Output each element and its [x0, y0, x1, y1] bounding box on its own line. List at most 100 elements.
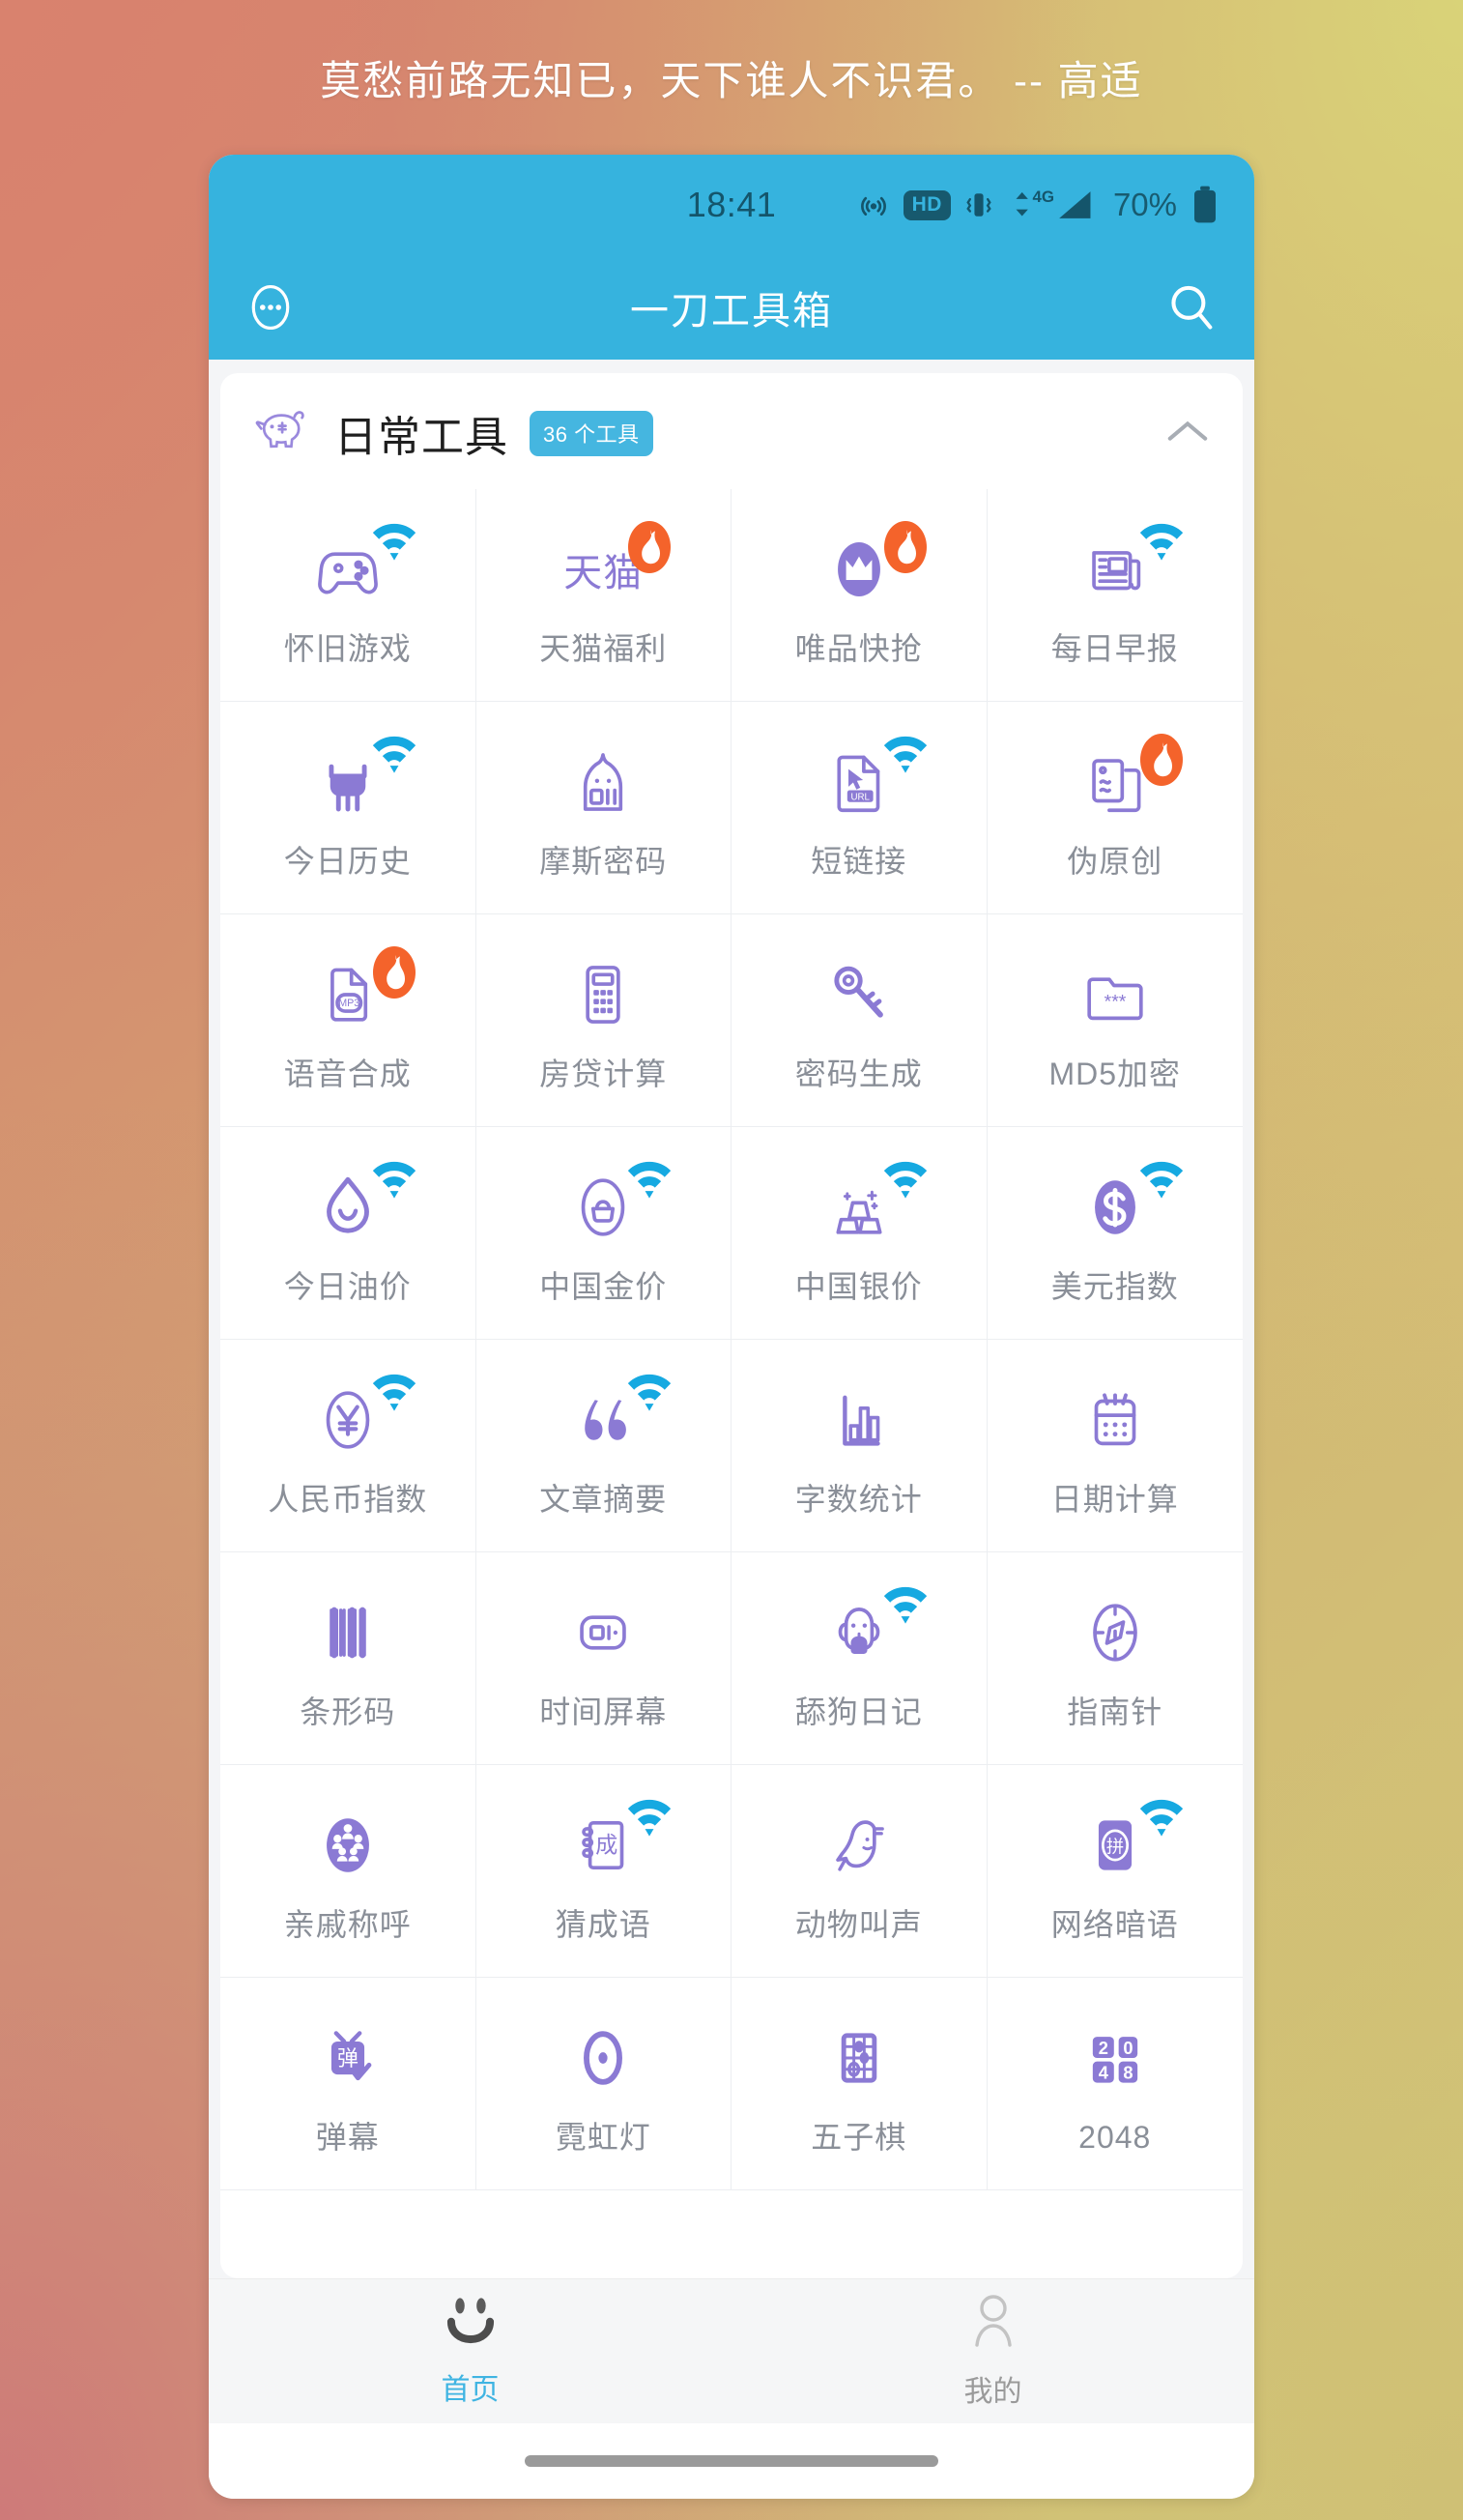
tool-item[interactable]: 弹弹幕 — [220, 1978, 476, 2190]
newspaper-icon — [1073, 527, 1158, 612]
signal-4g-icon: 4G — [1007, 186, 1100, 224]
morse-ghost-icon — [560, 739, 645, 825]
chevron-up-icon[interactable] — [1165, 417, 1210, 450]
tool-item[interactable]: 中国银价 — [732, 1127, 988, 1340]
compass-icon — [1073, 1590, 1158, 1675]
tool-label: 猜成语 — [555, 1906, 651, 1942]
tool-item[interactable]: 今日历史 — [220, 702, 476, 914]
home-indicator[interactable] — [525, 2455, 938, 2467]
app-bar: 一刀工具箱 — [209, 255, 1254, 360]
hotspot-icon — [857, 188, 890, 221]
svg-text:4G: 4G — [1032, 188, 1054, 206]
crown-icon — [817, 527, 902, 612]
tool-item[interactable]: 每日早报 — [987, 489, 1243, 702]
tool-item[interactable]: 房贷计算 — [475, 914, 732, 1127]
section-title: 日常工具 — [334, 414, 508, 461]
tool-item[interactable]: 文章摘要 — [475, 1340, 732, 1552]
tool-item[interactable]: 五子棋 — [732, 1978, 988, 2190]
tool-item[interactable]: 摩斯密码 — [475, 702, 732, 914]
quote-marks-icon — [560, 1377, 645, 1463]
content-scroll-area[interactable]: 日常工具 36 个工具 怀旧游戏 天猫 天猫福利 唯品快抢 每日早报 今日历史 摩斯密码 UR… — [209, 360, 1254, 2278]
tool-item[interactable]: 伪原创 — [987, 702, 1243, 914]
tool-item[interactable]: 时间屏幕 — [475, 1552, 732, 1765]
tool-label: 怀旧游戏 — [283, 630, 412, 666]
tool-label: 霓虹灯 — [555, 2119, 651, 2155]
tool-label: 今日历史 — [283, 843, 412, 879]
svg-text:成: 成 — [595, 1832, 617, 1857]
search-icon[interactable] — [1163, 279, 1219, 335]
dollar-coin-icon — [1073, 1165, 1158, 1250]
person-icon — [966, 2293, 1020, 2352]
tool-item[interactable]: MP3 语音合成 — [220, 914, 476, 1127]
tool-label: 文章摘要 — [539, 1481, 668, 1517]
home-indicator-area — [209, 2423, 1254, 2499]
tool-label: 密码生成 — [794, 1056, 923, 1091]
tool-item[interactable]: 舔狗日记 — [732, 1552, 988, 1765]
tool-item[interactable]: 今日油价 — [220, 1127, 476, 1340]
key-icon — [817, 952, 902, 1037]
tool-label: 日期计算 — [1050, 1481, 1179, 1517]
tool-item[interactable]: *** MD5加密 — [987, 914, 1243, 1127]
oil-drop-icon — [305, 1165, 390, 1250]
gold-coin-icon — [560, 1165, 645, 1250]
tool-item[interactable]: 亲戚称呼 — [220, 1765, 476, 1978]
tool-item[interactable]: 霓虹灯 — [475, 1978, 732, 2190]
hd-badge-icon: HD — [903, 189, 951, 220]
svg-text:***: *** — [1104, 991, 1126, 1012]
tool-label: 舔狗日记 — [794, 1694, 923, 1729]
dog-icon — [817, 1590, 902, 1675]
tool-label: 每日早报 — [1050, 630, 1179, 666]
battery-percent: 70% — [1112, 187, 1177, 222]
smiley-face-icon — [441, 2295, 501, 2350]
bottom-tab-bar: 首页 我的 — [209, 2278, 1254, 2423]
calendar-icon — [1073, 1377, 1158, 1463]
battery-icon — [1190, 185, 1219, 225]
url-file-icon: URL — [817, 739, 902, 825]
tool-label: 人民币指数 — [268, 1481, 428, 1517]
tools-grid: 怀旧游戏 天猫 天猫福利 唯品快抢每日早报今日历史 摩斯密码 URL 短链接 伪原创 MP3 语音… — [220, 489, 1243, 2190]
section-count-badge: 36 个工具 — [530, 410, 653, 456]
tool-item[interactable]: 唯品快抢 — [732, 489, 988, 702]
tool-label: 今日油价 — [283, 1268, 412, 1304]
section-header[interactable]: 日常工具 36 个工具 — [220, 373, 1243, 489]
tool-label: 短链接 — [811, 843, 907, 879]
folder-lock-icon: *** — [1073, 952, 1158, 1037]
svg-text:2: 2 — [1098, 2038, 1107, 2058]
calculator-icon — [560, 952, 645, 1037]
danmaku-tv-icon: 弹 — [305, 2015, 390, 2100]
tool-item[interactable]: 条形码 — [220, 1552, 476, 1765]
svg-text:拼: 拼 — [1106, 1836, 1124, 1856]
tool-item[interactable]: 拼网络暗语 — [987, 1765, 1243, 1978]
tool-item[interactable]: 人民币指数 — [220, 1340, 476, 1552]
tab-home[interactable]: 首页 — [209, 2279, 732, 2423]
svg-text:MP3: MP3 — [338, 998, 359, 1009]
tab-profile[interactable]: 我的 — [732, 2279, 1254, 2423]
tool-item[interactable]: URL 短链接 — [732, 702, 988, 914]
more-ellipsis-circle-icon[interactable] — [244, 280, 298, 334]
tool-item[interactable]: 成猜成语 — [475, 1765, 732, 1978]
tool-label: 天猫福利 — [539, 630, 668, 666]
tool-label: 五子棋 — [811, 2119, 907, 2155]
tool-label: 条形码 — [300, 1694, 396, 1729]
tool-label: 动物叫声 — [794, 1906, 923, 1942]
tool-item[interactable]: 天猫 天猫福利 — [475, 489, 732, 702]
tool-item[interactable]: 美元指数 — [987, 1127, 1243, 1340]
tab-home-label: 首页 — [441, 2374, 500, 2406]
mp3-file-icon: MP3 — [305, 952, 390, 1037]
tool-label: 伪原创 — [1067, 843, 1163, 879]
tool-item[interactable]: 中国金价 — [475, 1127, 732, 1340]
tool-item[interactable]: 密码生成 — [732, 914, 988, 1127]
tool-item[interactable]: 2 0 4 8 2048 — [987, 1978, 1243, 2190]
screen-clock-icon — [560, 1590, 645, 1675]
tool-item[interactable]: 字数统计 — [732, 1340, 988, 1552]
svg-text:4: 4 — [1098, 2062, 1108, 2082]
vibrate-icon — [964, 188, 993, 221]
phone-screen: 18:41 HD 4G 70% 一刀工具箱 日常工具 36 个工具 怀旧游戏 天… — [209, 155, 1254, 2499]
tool-label: 亲戚称呼 — [283, 1906, 412, 1942]
tool-item[interactable]: 怀旧游戏 — [220, 489, 476, 702]
tool-item[interactable]: 动物叫声 — [732, 1765, 988, 1978]
status-icons: HD 4G 70% — [857, 185, 1219, 225]
tool-item[interactable]: 指南针 — [987, 1552, 1243, 1765]
svg-text:URL: URL — [850, 792, 870, 802]
tool-item[interactable]: 日期计算 — [987, 1340, 1243, 1552]
